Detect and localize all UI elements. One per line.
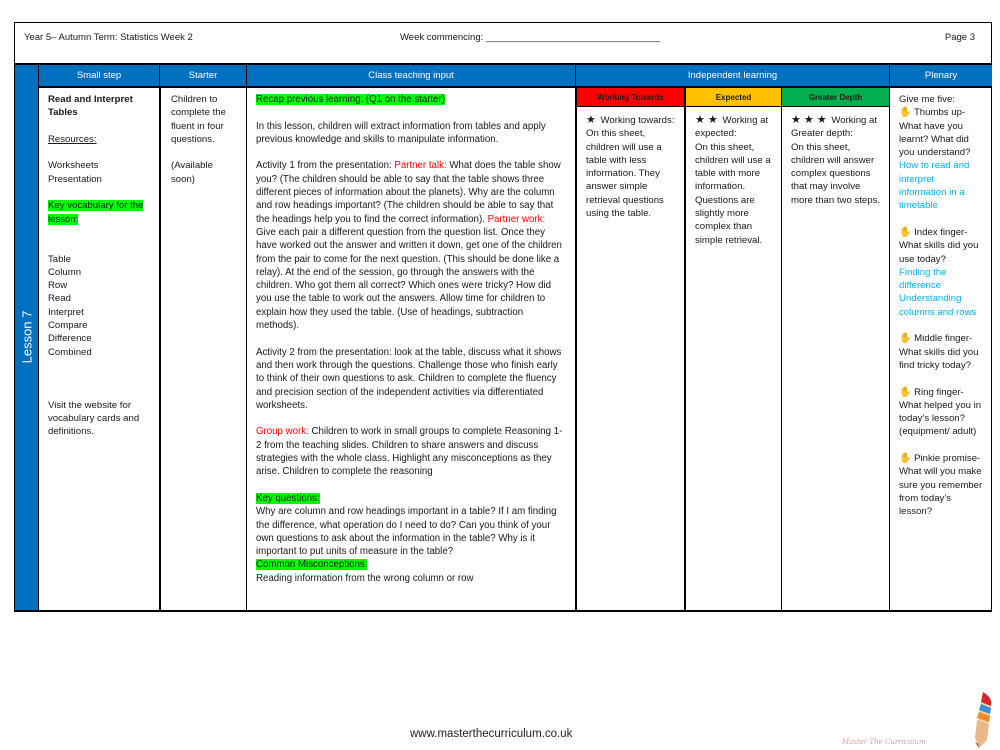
website-note: Visit the website for vocabulary cards a… — [48, 399, 140, 438]
hand-icon: ✋ — [899, 107, 912, 119]
lesson-plan-table: Lesson 7 Small step Starter Class teachi… — [14, 65, 992, 612]
recap-heading: Recap previous learning: (Q1 on the star… — [256, 94, 446, 105]
key-questions-label: Key questions: — [256, 492, 320, 504]
lesson-label: Lesson 7 — [19, 310, 34, 364]
plenary-cell: Give me five: ✋ Thumbs up- What have you… — [889, 88, 992, 610]
vocab-item: Interpret — [48, 306, 84, 318]
header-class-teaching: Class teaching input — [246, 65, 575, 88]
vocab-item: Read — [48, 293, 71, 305]
small-step-title: Read and Interpret Tables — [48, 94, 133, 119]
activity-2: Activity 2 from the presentation: look a… — [256, 346, 562, 411]
expected-cell: ★ ★ Working at expected: On this sheet, … — [684, 107, 781, 610]
resources-label: Resources: — [48, 133, 97, 145]
vocab-item: Combined — [48, 346, 92, 358]
key-questions: Why are column and row headings importan… — [256, 506, 557, 558]
vocab-item: Table — [48, 253, 71, 265]
small-step-cell: Read and Interpret Tables Resources: Work… — [38, 88, 159, 610]
starter-cell: Children to complete the fluent in four … — [159, 88, 246, 610]
document-title: Year 5– Autumn Term: Statistics Week 2 — [24, 32, 193, 43]
group-work-label: Group work: — [256, 426, 309, 438]
starter-text: Children to complete the fluent in four … — [171, 94, 226, 145]
resource-item: Presentation — [48, 173, 102, 185]
star-icon: ★ ★ — [695, 114, 718, 126]
band-expected: Expected — [684, 88, 781, 107]
plenary-index-answer: Understanding columns and rows — [899, 293, 977, 318]
misconceptions-label: Common Misconceptions: — [256, 559, 368, 571]
page-header: Year 5– Autumn Term: Statistics Week 2 W… — [14, 22, 992, 65]
vocab-item: Compare — [48, 320, 88, 332]
misconceptions: Reading information from the wrong colum… — [256, 572, 474, 584]
header-small-step: Small step — [38, 65, 159, 88]
resource-item: Worksheets — [48, 160, 99, 172]
vocab-item: Row — [48, 280, 68, 292]
page-number: Page 3 — [944, 32, 975, 43]
starter-availability: (Available soon) — [171, 160, 213, 185]
greater-depth-text: On this sheet, children will answer comp… — [791, 141, 881, 206]
vocab-item: Column — [48, 266, 82, 278]
logo-wordmark: Master The Curriculum — [842, 738, 926, 746]
partner-talk-label: Partner talk: — [394, 160, 447, 172]
plenary-index: ✋ Index finger- What skills did you use … — [899, 226, 979, 265]
hand-icon: ✋ — [899, 226, 912, 238]
working-towards-text: On this sheet, children will use a table… — [586, 128, 664, 220]
plenary-pinkie: ✋ Pinkie promise- What will you make sur… — [899, 453, 983, 518]
vocab-item: Difference — [48, 333, 92, 345]
plenary-thumb-answer: How to read and interpret information in… — [899, 160, 970, 212]
plenary-middle: ✋ Middle finger- What skills did you fin… — [899, 333, 979, 371]
star-icon: ★ — [586, 114, 596, 126]
week-commencing: Week commencing: _______________________… — [400, 32, 661, 43]
pencil-logo-icon — [975, 692, 992, 748]
band-greater-depth: Greater Depth — [781, 88, 889, 107]
plenary-index-answer: Finding the difference — [899, 266, 947, 292]
plenary-intro: Give me five: — [899, 94, 955, 105]
greater-depth-cell: ★ ★ ★ Working at Greater depth: On this … — [781, 107, 889, 610]
band-working-towards: Working Towards — [575, 88, 684, 107]
lesson-intro: In this lesson, children will extract in… — [256, 120, 546, 145]
working-towards-cell: ★ Working towards: On this sheet, childr… — [575, 107, 684, 610]
star-icon: ★ ★ ★ — [791, 114, 827, 126]
plenary-ring: ✋ Ring finger- What helped you in today’… — [899, 386, 982, 438]
plenary-thumb: ✋ Thumbs up- What have you learnt? What … — [899, 107, 971, 159]
activity-1: Activity 1 from the presentation: Partne… — [256, 160, 562, 332]
group-work: Group work: Children to work in small gr… — [256, 426, 563, 478]
class-teaching-cell: Recap previous learning: (Q1 on the star… — [246, 88, 575, 610]
partner-work-label: Partner work: — [487, 213, 546, 225]
hand-icon: ✋ — [899, 453, 912, 465]
header-starter: Starter — [159, 65, 246, 88]
header-plenary: Plenary — [889, 65, 992, 88]
expected-text: On this sheet, children will use a table… — [695, 141, 771, 246]
hand-icon: ✋ — [899, 386, 912, 398]
hand-icon: ✋ — [899, 333, 912, 345]
vocabulary-label: Key vocabulary for the lesson: — [48, 200, 144, 225]
lesson-column: Lesson 7 — [15, 65, 38, 610]
header-independent-learning: Independent learning — [575, 65, 889, 88]
footer-website-link[interactable]: www.masterthecurriculum.co.uk — [410, 728, 572, 740]
